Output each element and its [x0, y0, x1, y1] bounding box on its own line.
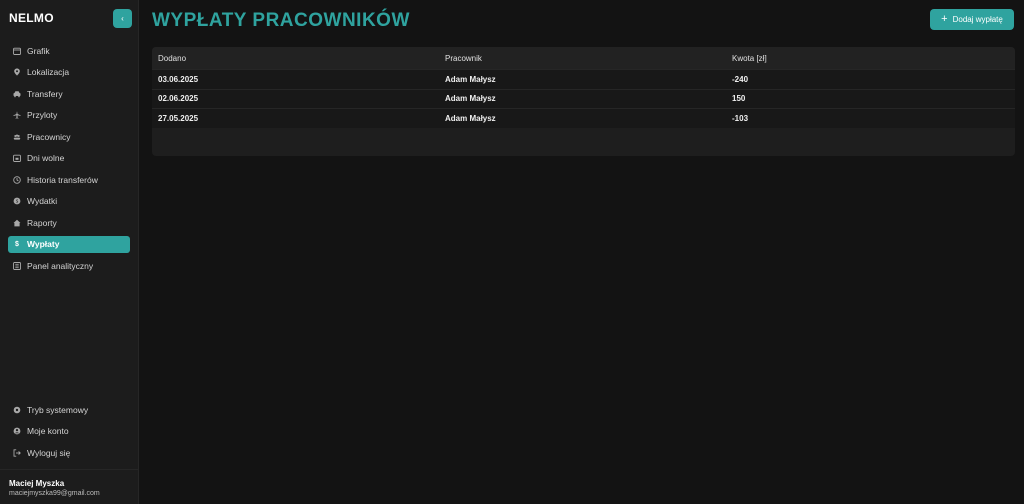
cell-amount: -103: [732, 113, 749, 123]
column-header-dodano[interactable]: Dodano: [152, 54, 439, 63]
sidebar-item-historia-transferow[interactable]: Historia transferów: [8, 171, 130, 189]
table-row[interactable]: 02.06.2025 Adam Małysz 150: [152, 88, 1015, 108]
column-header-pracownik[interactable]: Pracownik: [439, 54, 726, 63]
column-header-kwota[interactable]: Kwota [zł]: [726, 54, 1015, 63]
payouts-table: Dodano Pracownik Kwota [zł] 03.06.2025 A…: [152, 47, 1015, 156]
plus-icon: +: [941, 13, 948, 25]
sidebar-item-pracownicy[interactable]: Pracownicy: [8, 128, 130, 146]
sidebar-item-label: Tryb systemowy: [27, 404, 89, 415]
cell-date: 27.05.2025: [158, 113, 199, 123]
sidebar-item-lokalizacja[interactable]: Lokalizacja: [8, 64, 130, 82]
cell-employee: Adam Małysz: [445, 74, 496, 84]
user-profile: Maciej Myszka maciejmyszka99@gmail.com: [0, 469, 139, 504]
sidebar-item-label: Wydatki: [27, 196, 58, 207]
logout-icon: [13, 449, 21, 457]
sidebar-item-label: Lokalizacja: [27, 67, 70, 78]
chart-icon: [13, 261, 21, 270]
sidebar: NELMO ‹ Grafik Lokalizacja Transfery Prz…: [0, 0, 139, 504]
sidebar-item-label: Raporty: [27, 217, 57, 228]
cell-amount: -240: [732, 74, 749, 84]
cell-employee: Adam Małysz: [445, 113, 496, 123]
table-header: Dodano Pracownik Kwota [zł]: [152, 47, 1015, 69]
brand-logo: NELMO: [9, 11, 54, 25]
cell-amount: 150: [732, 94, 746, 104]
sidebar-item-transfery[interactable]: Transfery: [8, 85, 130, 103]
sidebar-item-przyloty[interactable]: Przyloty: [8, 107, 130, 125]
sidebar-item-label: Wyloguj się: [27, 447, 71, 458]
sidebar-item-label: Moje konto: [27, 426, 69, 437]
sidebar-item-label: Transfery: [27, 88, 63, 99]
sidebar-item-label: Wypłaty: [27, 239, 60, 250]
sidebar-item-raporty[interactable]: Raporty: [8, 214, 130, 232]
coins-icon: $: [13, 197, 21, 205]
user-circle-icon: [13, 427, 21, 435]
cell-date: 03.06.2025: [158, 74, 199, 84]
car-icon: [13, 90, 21, 98]
sidebar-item-wydatki[interactable]: $ Wydatki: [8, 193, 130, 211]
sidebar-item-label: Przyloty: [27, 110, 58, 121]
home-icon: [13, 219, 21, 227]
sidebar-item-label: Dni wolne: [27, 153, 65, 164]
chevron-left-icon: ‹: [121, 14, 124, 23]
calendar-off-icon: [13, 154, 21, 163]
sidebar-bottom-nav: Tryb systemowy Moje konto Wyloguj się: [8, 401, 130, 466]
history-icon: [13, 176, 21, 184]
sidebar-item-panel-analityczny[interactable]: Panel analityczny: [8, 257, 130, 275]
map-pin-icon: [13, 68, 21, 76]
sidebar-item-label: Grafik: [27, 45, 50, 56]
svg-text:$: $: [16, 199, 19, 205]
add-payout-button[interactable]: + Dodaj wypłatę: [930, 9, 1014, 30]
gear-icon: [13, 406, 21, 414]
plane-icon: [13, 111, 21, 119]
sidebar-item-moje-konto[interactable]: Moje konto: [8, 423, 130, 441]
sidebar-item-label: Historia transferów: [27, 174, 98, 185]
page-title: Wypłaty pracowników: [152, 10, 410, 31]
user-email: maciejmyszka99@gmail.com: [9, 490, 100, 497]
user-name: Maciej Myszka: [9, 479, 65, 488]
cell-date: 02.06.2025: [158, 94, 199, 104]
users-icon: [13, 133, 21, 141]
table-row[interactable]: 03.06.2025 Adam Małysz -240: [152, 69, 1015, 89]
sidebar-item-wyplaty[interactable]: $ Wypłaty: [8, 235, 130, 253]
collapse-sidebar-button[interactable]: ‹: [113, 9, 132, 28]
sidebar-item-wyloguj[interactable]: Wyloguj się: [8, 444, 130, 462]
sidebar-item-tryb-systemowy[interactable]: Tryb systemowy: [8, 401, 130, 419]
sidebar-item-label: Pracownicy: [27, 131, 71, 142]
table-row[interactable]: 27.05.2025 Adam Małysz -103: [152, 108, 1015, 128]
sidebar-item-grafik[interactable]: Grafik: [8, 42, 130, 60]
cell-employee: Adam Małysz: [445, 94, 496, 104]
dollar-icon: $: [15, 240, 19, 248]
add-payout-label: Dodaj wypłatę: [952, 15, 1003, 24]
sidebar-nav: Grafik Lokalizacja Transfery Przyloty Pr…: [8, 42, 130, 279]
calendar-icon: [13, 47, 21, 55]
sidebar-item-label: Panel analityczny: [27, 260, 94, 271]
sidebar-item-dni-wolne[interactable]: Dni wolne: [8, 150, 130, 168]
